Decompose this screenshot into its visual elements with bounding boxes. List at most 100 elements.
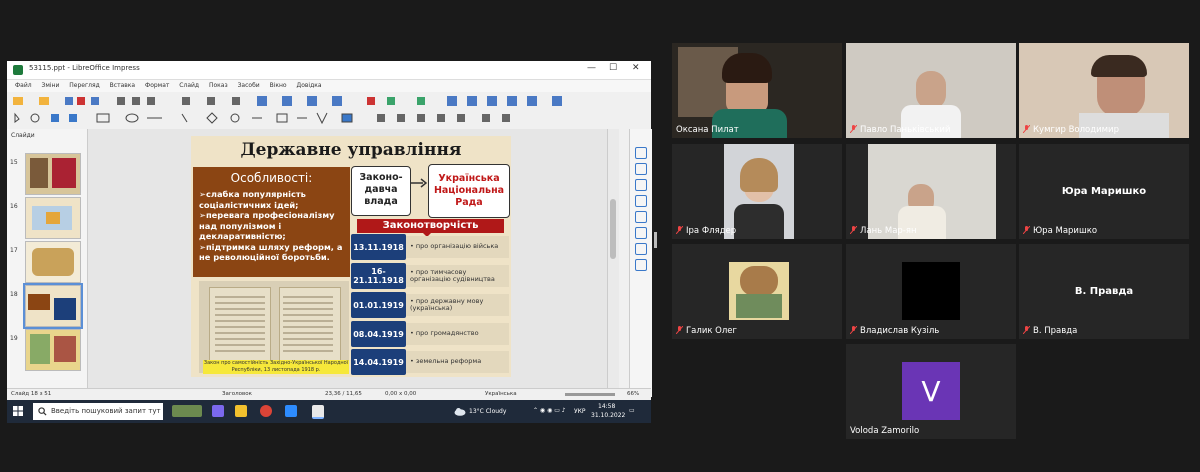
video-tile[interactable]: В. Правда В. Правда xyxy=(1019,244,1189,339)
cloud-icon xyxy=(454,408,466,416)
maximize-icon[interactable]: ☐ xyxy=(609,63,617,73)
law-date: 16-21.11.1918 xyxy=(351,263,406,289)
video-tile[interactable]: Юра Маришко Юра Маришко xyxy=(1019,144,1189,239)
taskbar-search-input[interactable]: Введіть пошуковий запит тут xyxy=(33,403,163,420)
feature-item: ➢слабка популярність соціалістичних ідей… xyxy=(199,189,306,210)
slide-thumbnail-18-selected[interactable] xyxy=(23,283,83,329)
tray-icons[interactable]: ⌃ ◉ ◉ ▭ ♪ xyxy=(533,407,566,414)
video-tile[interactable]: Іра Флядер xyxy=(672,144,842,239)
video-tile[interactable]: Павло Паньківський xyxy=(846,43,1016,138)
gallery-icon[interactable] xyxy=(635,179,647,191)
slide-thumbnail-15[interactable] xyxy=(25,153,81,195)
participant-name-row: Юра Маришко xyxy=(1023,226,1097,236)
status-coordinates: 23,36 / 11,65 xyxy=(325,391,362,397)
close-icon[interactable]: ✕ xyxy=(632,63,640,73)
status-size: 0,00 x 0,00 xyxy=(385,391,417,397)
video-tile[interactable]: Оксана Пилат xyxy=(672,43,842,138)
muted-mic-icon xyxy=(1023,226,1030,234)
menu-window[interactable]: Вікно xyxy=(270,82,287,89)
menu-file[interactable]: Файл xyxy=(15,82,32,89)
file-explorer-icon[interactable] xyxy=(235,405,247,417)
participant-name: Оксана Пилат xyxy=(676,125,739,135)
animation-icon[interactable] xyxy=(635,227,647,239)
drawing-toolbar-icons[interactable] xyxy=(7,110,651,126)
avatar: V xyxy=(902,362,960,420)
taskbar-weather-widget[interactable] xyxy=(172,405,202,417)
law-date: 13.11.1918 xyxy=(351,234,406,260)
participant-name: Юра Маришко xyxy=(1033,226,1098,236)
standard-toolbar-icons[interactable] xyxy=(7,93,651,109)
minimize-icon[interactable]: — xyxy=(587,63,596,73)
feature-item: ➢підтримка шляху реформ, а не революційн… xyxy=(199,241,343,263)
chrome-icon[interactable] xyxy=(260,405,272,417)
participant-name: Voloda Zamorilo xyxy=(850,426,920,436)
slide-thumbnail-17[interactable] xyxy=(25,241,81,283)
participant-name: Владислав Кузіль xyxy=(860,326,940,336)
zoom-icon[interactable] xyxy=(285,405,297,417)
libreoffice-impress-icon xyxy=(13,65,23,75)
menu-slide[interactable]: Слайд xyxy=(179,82,199,89)
national-council-box: Українська Національна Рада xyxy=(428,164,510,218)
participant-name-row: Лань Мар-ян xyxy=(850,226,917,236)
features-heading: Особливості: xyxy=(230,171,313,185)
law-row: 14.04.1919 • земельна реформа xyxy=(351,349,509,375)
video-tile[interactable]: Галик Олег xyxy=(672,244,842,339)
notification-icon[interactable]: ▭ xyxy=(629,407,635,414)
law-description: • про тимчасову організацію судівництва xyxy=(406,265,509,287)
participant-name-row: Павло Паньківський xyxy=(850,125,950,135)
slide-thumbnail-19[interactable] xyxy=(25,329,81,371)
thumb-number: 18 xyxy=(10,291,18,298)
menu-edit[interactable]: Зміни xyxy=(42,82,60,89)
libreoffice-taskbar-icon[interactable] xyxy=(312,405,324,419)
menu-insert[interactable]: Вставка xyxy=(110,82,135,89)
participant-name-row: Владислав Кузіль xyxy=(850,326,939,336)
law-description: • про державну мову (українська) xyxy=(406,294,509,316)
law-row: 08.04.1919 • про громадянство xyxy=(351,321,509,347)
law-row: 13.11.1918 • про організацію війська xyxy=(351,234,509,260)
feature-item: ➢перевага професіоналізму над популізмом… xyxy=(199,210,335,241)
split-view-handle[interactable] xyxy=(654,232,657,248)
master-slides-icon[interactable] xyxy=(635,259,647,271)
avatar xyxy=(902,262,960,320)
status-slide-count: Слайд 18 з 51 xyxy=(11,391,52,397)
participant-display-name: В. Правда xyxy=(1074,286,1134,297)
slide-canvas: Державне управління Особливості: ➢слабка… xyxy=(191,136,511,377)
slide-thumbnail-16[interactable] xyxy=(25,197,81,239)
transition-icon[interactable] xyxy=(635,243,647,255)
law-row: 16-21.11.1918 • про тимчасову організаці… xyxy=(351,263,509,289)
styles-icon[interactable] xyxy=(635,163,647,175)
menu-show[interactable]: Показ xyxy=(209,82,228,89)
arrow-right-icon xyxy=(411,178,427,188)
features-list: ➢слабка популярність соціалістичних ідей… xyxy=(199,189,349,263)
menu-bar: Файл Зміни Перегляд Вставка Формат Слайд… xyxy=(7,80,651,92)
viber-icon[interactable] xyxy=(212,405,224,417)
right-sidebar xyxy=(629,129,652,397)
search-icon xyxy=(38,407,47,416)
menu-tools[interactable]: Засоби xyxy=(238,82,260,89)
video-tile[interactable]: Владислав Кузіль xyxy=(846,244,1016,339)
law-description: • про організацію війська xyxy=(406,236,509,258)
video-tile[interactable]: Лань Мар-ян xyxy=(846,144,1016,239)
participant-display-name: Юра Маришко xyxy=(1061,186,1147,197)
shapes-icon[interactable] xyxy=(635,211,647,223)
video-tile[interactable]: V Voloda Zamorilo xyxy=(846,344,1016,439)
legislative-power-label: Законо-давча влада xyxy=(359,172,403,207)
participant-name: В. Правда xyxy=(1033,326,1078,336)
vertical-scrollbar[interactable] xyxy=(607,129,619,397)
participant-name-row: Галик Олег xyxy=(676,326,737,336)
menu-view[interactable]: Перегляд xyxy=(69,82,99,89)
status-zoom: 66% xyxy=(627,391,640,397)
menu-help[interactable]: Довідка xyxy=(297,82,322,89)
law-date: 08.04.1919 xyxy=(351,321,406,347)
navigator-icon[interactable] xyxy=(635,195,647,207)
status-layout: Заголовок xyxy=(222,391,252,397)
properties-icon[interactable] xyxy=(635,147,647,159)
drawing-toolbar xyxy=(7,110,651,126)
participant-name-row: В. Правда xyxy=(1023,326,1077,336)
zoom-slider[interactable] xyxy=(565,393,615,396)
keyboard-language[interactable]: УКР xyxy=(574,408,586,415)
video-tile[interactable]: Кумгир Володимир xyxy=(1019,43,1189,138)
muted-mic-icon xyxy=(676,226,683,234)
menu-format[interactable]: Формат xyxy=(145,82,169,89)
windows-start-icon[interactable] xyxy=(13,406,23,416)
